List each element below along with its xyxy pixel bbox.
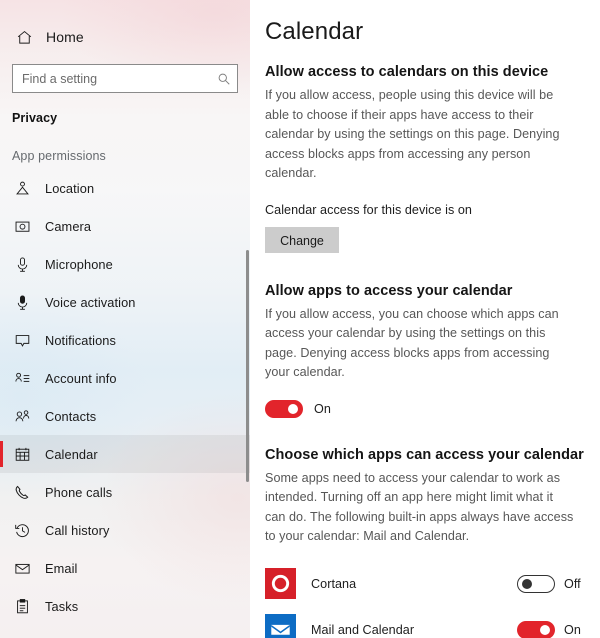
app-toggle-mail-and-calendar[interactable]: [517, 620, 555, 638]
sidebar-item-label: Phone calls: [45, 484, 113, 500]
sidebar-item-label: Voice activation: [45, 294, 136, 310]
camera-icon: [14, 218, 31, 235]
sidebar: Home Privacy App permissions: [0, 0, 250, 638]
notifications-icon: [14, 332, 31, 349]
sidebar-scrollbar-thumb[interactable]: [246, 250, 249, 482]
sidebar-item-location[interactable]: Location: [0, 169, 250, 207]
apps-access-toggle-label: On: [314, 401, 331, 416]
sidebar-item-voice-activation[interactable]: Voice activation: [0, 283, 250, 321]
apps-access-toggle[interactable]: [265, 399, 303, 418]
sidebar-item-label: Call history: [45, 522, 110, 538]
search-box[interactable]: [12, 64, 238, 93]
voice-activation-icon: [14, 294, 31, 311]
app-toggle-wrap-cortana: Off: [517, 574, 586, 593]
sidebar-scrollbar[interactable]: [243, 0, 250, 638]
apps-access-heading: Allow apps to access your calendar: [265, 282, 513, 299]
sidebar-item-call-history[interactable]: Call history: [0, 511, 250, 549]
sidebar-item-account-info[interactable]: Account info: [0, 359, 250, 397]
sidebar-item-contacts[interactable]: Contacts: [0, 397, 250, 435]
app-toggle-label: Off: [564, 576, 581, 591]
sidebar-home-label: Home: [46, 29, 84, 45]
microphone-icon: [14, 256, 31, 273]
tasks-icon: [17, 598, 28, 613]
search-input[interactable]: [22, 65, 217, 92]
sidebar-item-microphone[interactable]: Microphone: [0, 245, 250, 283]
sidebar-item-label: Calendar: [45, 446, 98, 462]
choose-apps-description: Some apps need to access your calendar t…: [265, 470, 574, 544]
sidebar-group-label: App permissions: [12, 149, 106, 163]
sidebar-item-label: Tasks: [45, 598, 79, 614]
sidebar-item-home[interactable]: Home: [0, 20, 250, 54]
settings-window: Home Privacy App permissions: [0, 0, 600, 638]
toggle-knob: [288, 403, 298, 414]
sidebar-item-phone-calls[interactable]: Phone calls: [0, 473, 250, 511]
app-toggle-label: On: [564, 622, 581, 637]
sidebar-item-label: Contacts: [45, 408, 97, 424]
app-name: Cortana: [311, 576, 357, 591]
app-toggle-cortana[interactable]: [517, 574, 555, 593]
sidebar-item-label: Microphone: [45, 256, 113, 272]
sidebar-item-email[interactable]: Email: [0, 549, 250, 587]
search-icon[interactable]: [217, 72, 231, 86]
sidebar-item-notifications[interactable]: Notifications: [0, 321, 250, 359]
home-icon: [16, 29, 33, 46]
mail-icon: [265, 614, 296, 638]
device-access-status: Calendar access for this device is on: [265, 202, 472, 217]
sidebar-item-label: Camera: [45, 218, 92, 234]
cortana-icon: [265, 568, 296, 599]
call-history-icon: [15, 523, 29, 537]
location-icon: [14, 180, 31, 197]
apps-access-section: Allow apps to access your calendar If yo…: [265, 283, 586, 418]
sidebar-item-tasks[interactable]: Tasks: [0, 587, 250, 625]
toggle-knob: [522, 578, 532, 589]
choose-apps-heading: Choose which apps can access your calend…: [265, 446, 584, 463]
email-icon: [15, 563, 30, 574]
main-content: Calendar Allow access to calendars on th…: [250, 0, 600, 638]
sidebar-item-camera[interactable]: Camera: [0, 207, 250, 245]
app-toggle-wrap-mail-and-calendar: On: [517, 620, 586, 638]
device-access-heading: Allow access to calendars on this device: [265, 64, 549, 80]
change-button[interactable]: Change: [265, 226, 339, 253]
sidebar-section-title: Privacy: [12, 111, 58, 125]
device-access-description: If you allow access, people using this d…: [265, 88, 560, 180]
choose-apps-section: Choose which apps can access your calend…: [265, 447, 586, 638]
phone-calls-icon: [15, 485, 29, 499]
sidebar-item-calendar[interactable]: Calendar: [0, 435, 250, 473]
device-access-section: Allow access to calendars on this device…: [265, 64, 586, 253]
sidebar-nav-list: Location Camera Microphone Voice activat…: [0, 169, 250, 625]
sidebar-item-label: Location: [45, 180, 95, 196]
sidebar-item-label: Notifications: [45, 332, 117, 348]
account-info-icon: [15, 372, 30, 382]
sidebar-item-label: Account info: [45, 370, 117, 386]
app-row-cortana: Cortana Off: [265, 561, 586, 607]
apps-access-description: If you allow access, you can choose whic…: [265, 306, 559, 380]
toggle-knob: [540, 624, 550, 635]
contacts-icon: [15, 409, 30, 421]
apps-access-toggle-row: On: [265, 399, 586, 418]
app-row-mail-and-calendar: Mail and Calendar On: [265, 607, 586, 638]
sidebar-item-label: Email: [45, 560, 78, 576]
calendar-icon: [15, 447, 30, 461]
app-name: Mail and Calendar: [311, 622, 415, 637]
app-permission-list: Cortana Off Mail and Calendar On: [265, 561, 586, 638]
page-title: Calendar: [265, 18, 364, 45]
